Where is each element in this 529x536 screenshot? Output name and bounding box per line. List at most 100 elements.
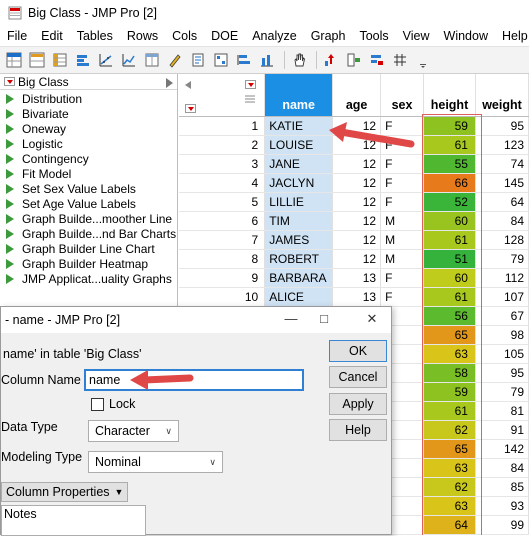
table-row[interactable]: 3 JANE 12 F 55 74: [179, 154, 529, 174]
graph-icon[interactable]: [119, 50, 139, 70]
open-icon[interactable]: [27, 50, 47, 70]
row-number[interactable]: 2: [179, 135, 266, 155]
run-script-icon[interactable]: [6, 183, 14, 194]
data-table-icon[interactable]: [50, 50, 70, 70]
cell-name[interactable]: JACLYN: [264, 173, 334, 193]
table-row[interactable]: 10 ALICE 13 F 61 107: [179, 287, 529, 307]
cell-name[interactable]: JAMES: [264, 230, 334, 250]
menu-edit[interactable]: Edit: [34, 29, 70, 43]
cell-name[interactable]: LOUISE: [264, 135, 334, 155]
table-script-item[interactable]: Oneway: [0, 121, 177, 136]
table-row[interactable]: 1 KATIE 12 F 59 95: [179, 116, 529, 136]
cell-weight[interactable]: 64: [475, 192, 529, 212]
table-script-item[interactable]: Fit Model: [0, 166, 177, 181]
table-panel-header[interactable]: Big Class: [0, 74, 177, 90]
run-script-icon[interactable]: [6, 243, 14, 254]
row-number[interactable]: 5: [179, 192, 266, 212]
cell-name[interactable]: TIM: [264, 211, 334, 231]
cell-name[interactable]: BARBARA: [264, 268, 334, 288]
cell-height[interactable]: 59: [423, 116, 476, 136]
data-type-select[interactable]: Character ∨: [88, 420, 179, 442]
journal-icon[interactable]: [165, 50, 185, 70]
cell-age[interactable]: 12: [332, 192, 382, 212]
table-row[interactable]: 9 BARBARA 13 F 60 112: [179, 268, 529, 288]
sort-icon[interactable]: [367, 50, 387, 70]
table-script-item[interactable]: Graph Builde...nd Bar Charts: [0, 226, 177, 241]
menu-window[interactable]: Window: [437, 29, 495, 43]
apply-button[interactable]: Apply: [329, 393, 387, 415]
cell-height[interactable]: 59: [423, 382, 476, 402]
cell-weight[interactable]: 99: [475, 515, 529, 535]
cell-height[interactable]: 63: [423, 344, 476, 364]
cell-height[interactable]: 52: [423, 192, 476, 212]
cancel-button[interactable]: Cancel: [329, 366, 387, 388]
cell-weight[interactable]: 91: [475, 420, 529, 440]
row-number[interactable]: 6: [179, 211, 266, 231]
columns-red-triangle-icon[interactable]: [245, 80, 256, 89]
run-script-icon[interactable]: [6, 93, 14, 104]
row-number[interactable]: 9: [179, 268, 266, 288]
script-icon[interactable]: [188, 50, 208, 70]
table-script-item[interactable]: Distribution: [0, 91, 177, 106]
run-script-icon[interactable]: [6, 168, 14, 179]
cell-height[interactable]: 58: [423, 363, 476, 383]
cell-height[interactable]: 61: [423, 401, 476, 421]
table-script-item[interactable]: Graph Builder Heatmap: [0, 256, 177, 271]
row-number[interactable]: 7: [179, 230, 266, 250]
cell-weight[interactable]: 81: [475, 401, 529, 421]
cell-weight[interactable]: 128: [475, 230, 529, 250]
cell-weight[interactable]: 123: [475, 135, 529, 155]
distribution-icon[interactable]: [73, 50, 93, 70]
cell-sex[interactable]: M: [380, 249, 424, 269]
cell-sex[interactable]: F: [380, 154, 424, 174]
cell-name[interactable]: KATIE: [264, 116, 334, 136]
row-number[interactable]: 3: [179, 154, 266, 174]
column-header-weight[interactable]: weight: [475, 74, 529, 117]
row-number[interactable]: 1: [179, 116, 266, 136]
column-header-age[interactable]: age: [332, 74, 382, 117]
red-triangle-menu-icon[interactable]: [4, 77, 15, 86]
cell-weight[interactable]: 79: [475, 249, 529, 269]
cell-sex[interactable]: F: [380, 135, 424, 155]
table-script-item[interactable]: Set Sex Value Labels: [0, 181, 177, 196]
cell-age[interactable]: 12: [332, 154, 382, 174]
cell-age[interactable]: 12: [332, 116, 382, 136]
cell-weight[interactable]: 112: [475, 268, 529, 288]
table-script-item[interactable]: JMP Applicat...uality Graphs: [0, 271, 177, 286]
column-header-name[interactable]: name: [264, 74, 334, 117]
cell-weight[interactable]: 142: [475, 439, 529, 459]
cell-weight[interactable]: 79: [475, 382, 529, 402]
cell-height[interactable]: 56: [423, 306, 476, 326]
minimize-icon[interactable]: —: [284, 312, 298, 326]
cell-name[interactable]: ROBERT: [264, 249, 334, 269]
collapse-panel-icon[interactable]: [166, 78, 173, 88]
subset-icon[interactable]: [234, 50, 254, 70]
cell-weight[interactable]: 84: [475, 211, 529, 231]
menu-file[interactable]: File: [0, 29, 34, 43]
cell-age[interactable]: 12: [332, 230, 382, 250]
new-table-icon[interactable]: [4, 50, 24, 70]
fit-model-icon[interactable]: [321, 50, 341, 70]
cell-height[interactable]: 65: [423, 439, 476, 459]
row-number[interactable]: 8: [179, 249, 266, 269]
cell-age[interactable]: 13: [332, 287, 382, 307]
modeling-type-select[interactable]: Nominal ∨: [88, 451, 223, 473]
cell-sex[interactable]: F: [380, 287, 424, 307]
cell-sex[interactable]: M: [380, 230, 424, 250]
menu-cols[interactable]: Cols: [165, 29, 204, 43]
cell-height[interactable]: 55: [423, 154, 476, 174]
run-script-icon[interactable]: [6, 153, 14, 164]
cell-sex[interactable]: F: [380, 192, 424, 212]
table-script-item[interactable]: Set Age Value Labels: [0, 196, 177, 211]
cell-height[interactable]: 60: [423, 211, 476, 231]
row-number[interactable]: 10: [179, 287, 266, 307]
cell-weight[interactable]: 85: [475, 477, 529, 497]
menu-graph[interactable]: Graph: [304, 29, 353, 43]
run-script-icon[interactable]: [6, 123, 14, 134]
menu-tables[interactable]: Tables: [70, 29, 120, 43]
menu-analyze[interactable]: Analyze: [245, 29, 303, 43]
summary-icon[interactable]: [257, 50, 277, 70]
cell-name[interactable]: LILLIE: [264, 192, 334, 212]
cell-height[interactable]: 66: [423, 173, 476, 193]
column-header-height[interactable]: height: [423, 74, 476, 117]
